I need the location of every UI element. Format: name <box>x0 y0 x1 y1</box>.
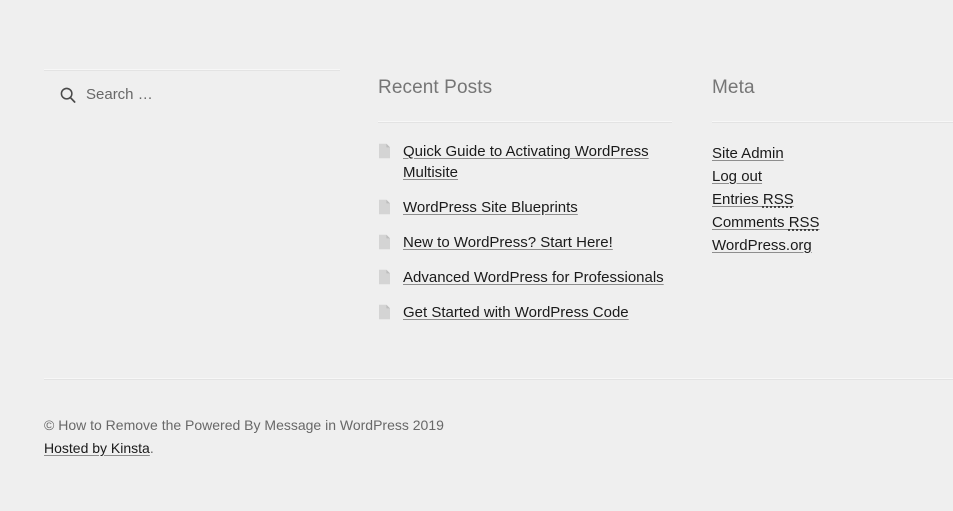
footer-host-line: Hosted by Kinsta. <box>44 437 953 460</box>
meta-link-label: Site Admin <box>712 145 784 162</box>
list-item[interactable]: Comments RSS <box>712 211 953 234</box>
meta-list: Site Admin Log out Entries RSS Comments … <box>712 142 953 257</box>
document-icon <box>379 269 390 285</box>
meta-link-label: Entries <box>712 191 763 208</box>
search-input[interactable] <box>86 85 316 105</box>
list-item[interactable]: Quick Guide to Activating WordPress Mult… <box>378 141 674 183</box>
rss-abbreviation: RSS <box>762 191 794 208</box>
footer-copyright: © How to Remove the Powered By Message i… <box>44 417 444 433</box>
hosted-by-link[interactable]: Hosted by Kinsta <box>44 440 150 456</box>
site-footer: © How to Remove the Powered By Message i… <box>44 414 953 460</box>
document-icon <box>379 143 390 159</box>
meta-link-entries-rss[interactable]: Entries RSS <box>712 191 794 208</box>
meta-link-site-admin[interactable]: Site Admin <box>712 145 784 162</box>
meta-link-label: Comments <box>712 214 789 231</box>
list-item[interactable]: Site Admin <box>712 142 953 165</box>
meta-link-wordpress-org[interactable]: WordPress.org <box>712 237 812 254</box>
meta-divider <box>712 121 953 123</box>
list-item[interactable]: Get Started with WordPress Code <box>378 302 674 323</box>
recent-posts-divider <box>378 121 672 123</box>
list-item[interactable]: WordPress.org <box>712 234 953 257</box>
document-icon <box>379 199 390 215</box>
search-form[interactable] <box>44 80 340 110</box>
post-link[interactable]: Get Started with WordPress Code <box>403 304 629 321</box>
document-icon <box>379 234 390 250</box>
list-item[interactable]: Advanced WordPress for Professionals <box>378 267 674 288</box>
meta-link-label: WordPress.org <box>712 237 812 254</box>
search-icon <box>60 87 76 103</box>
document-icon <box>379 304 390 320</box>
list-item[interactable]: Entries RSS <box>712 188 953 211</box>
post-link[interactable]: WordPress Site Blueprints <box>403 199 578 216</box>
meta-widget: Meta Site Admin Log out Entries RSS Comm… <box>712 63 953 254</box>
recent-posts-widget: Recent Posts Quick Guide to Activating W… <box>378 63 674 321</box>
list-item[interactable]: WordPress Site Blueprints <box>378 197 674 218</box>
list-item[interactable]: Log out <box>712 165 953 188</box>
footer-widget-area: Recent Posts Quick Guide to Activating W… <box>0 0 953 372</box>
post-link[interactable]: Advanced WordPress for Professionals <box>403 269 664 286</box>
meta-title: Meta <box>712 77 755 98</box>
meta-link-label: Log out <box>712 168 763 185</box>
list-item[interactable]: New to WordPress? Start Here! <box>378 232 674 253</box>
post-link[interactable]: Quick Guide to Activating WordPress Mult… <box>403 143 649 181</box>
meta-link-log-out[interactable]: Log out <box>712 168 762 185</box>
footer-divider <box>44 378 953 380</box>
recent-posts-title: Recent Posts <box>378 77 493 98</box>
page-root: Recent Posts Quick Guide to Activating W… <box>0 0 953 511</box>
rss-abbreviation: RSS <box>788 214 820 231</box>
recent-posts-list: Quick Guide to Activating WordPress Mult… <box>378 141 674 323</box>
meta-link-comments-rss[interactable]: Comments RSS <box>712 214 820 231</box>
post-link[interactable]: New to WordPress? Start Here! <box>403 234 613 251</box>
search-widget-divider <box>44 69 340 71</box>
footer-host-suffix: . <box>149 440 154 456</box>
